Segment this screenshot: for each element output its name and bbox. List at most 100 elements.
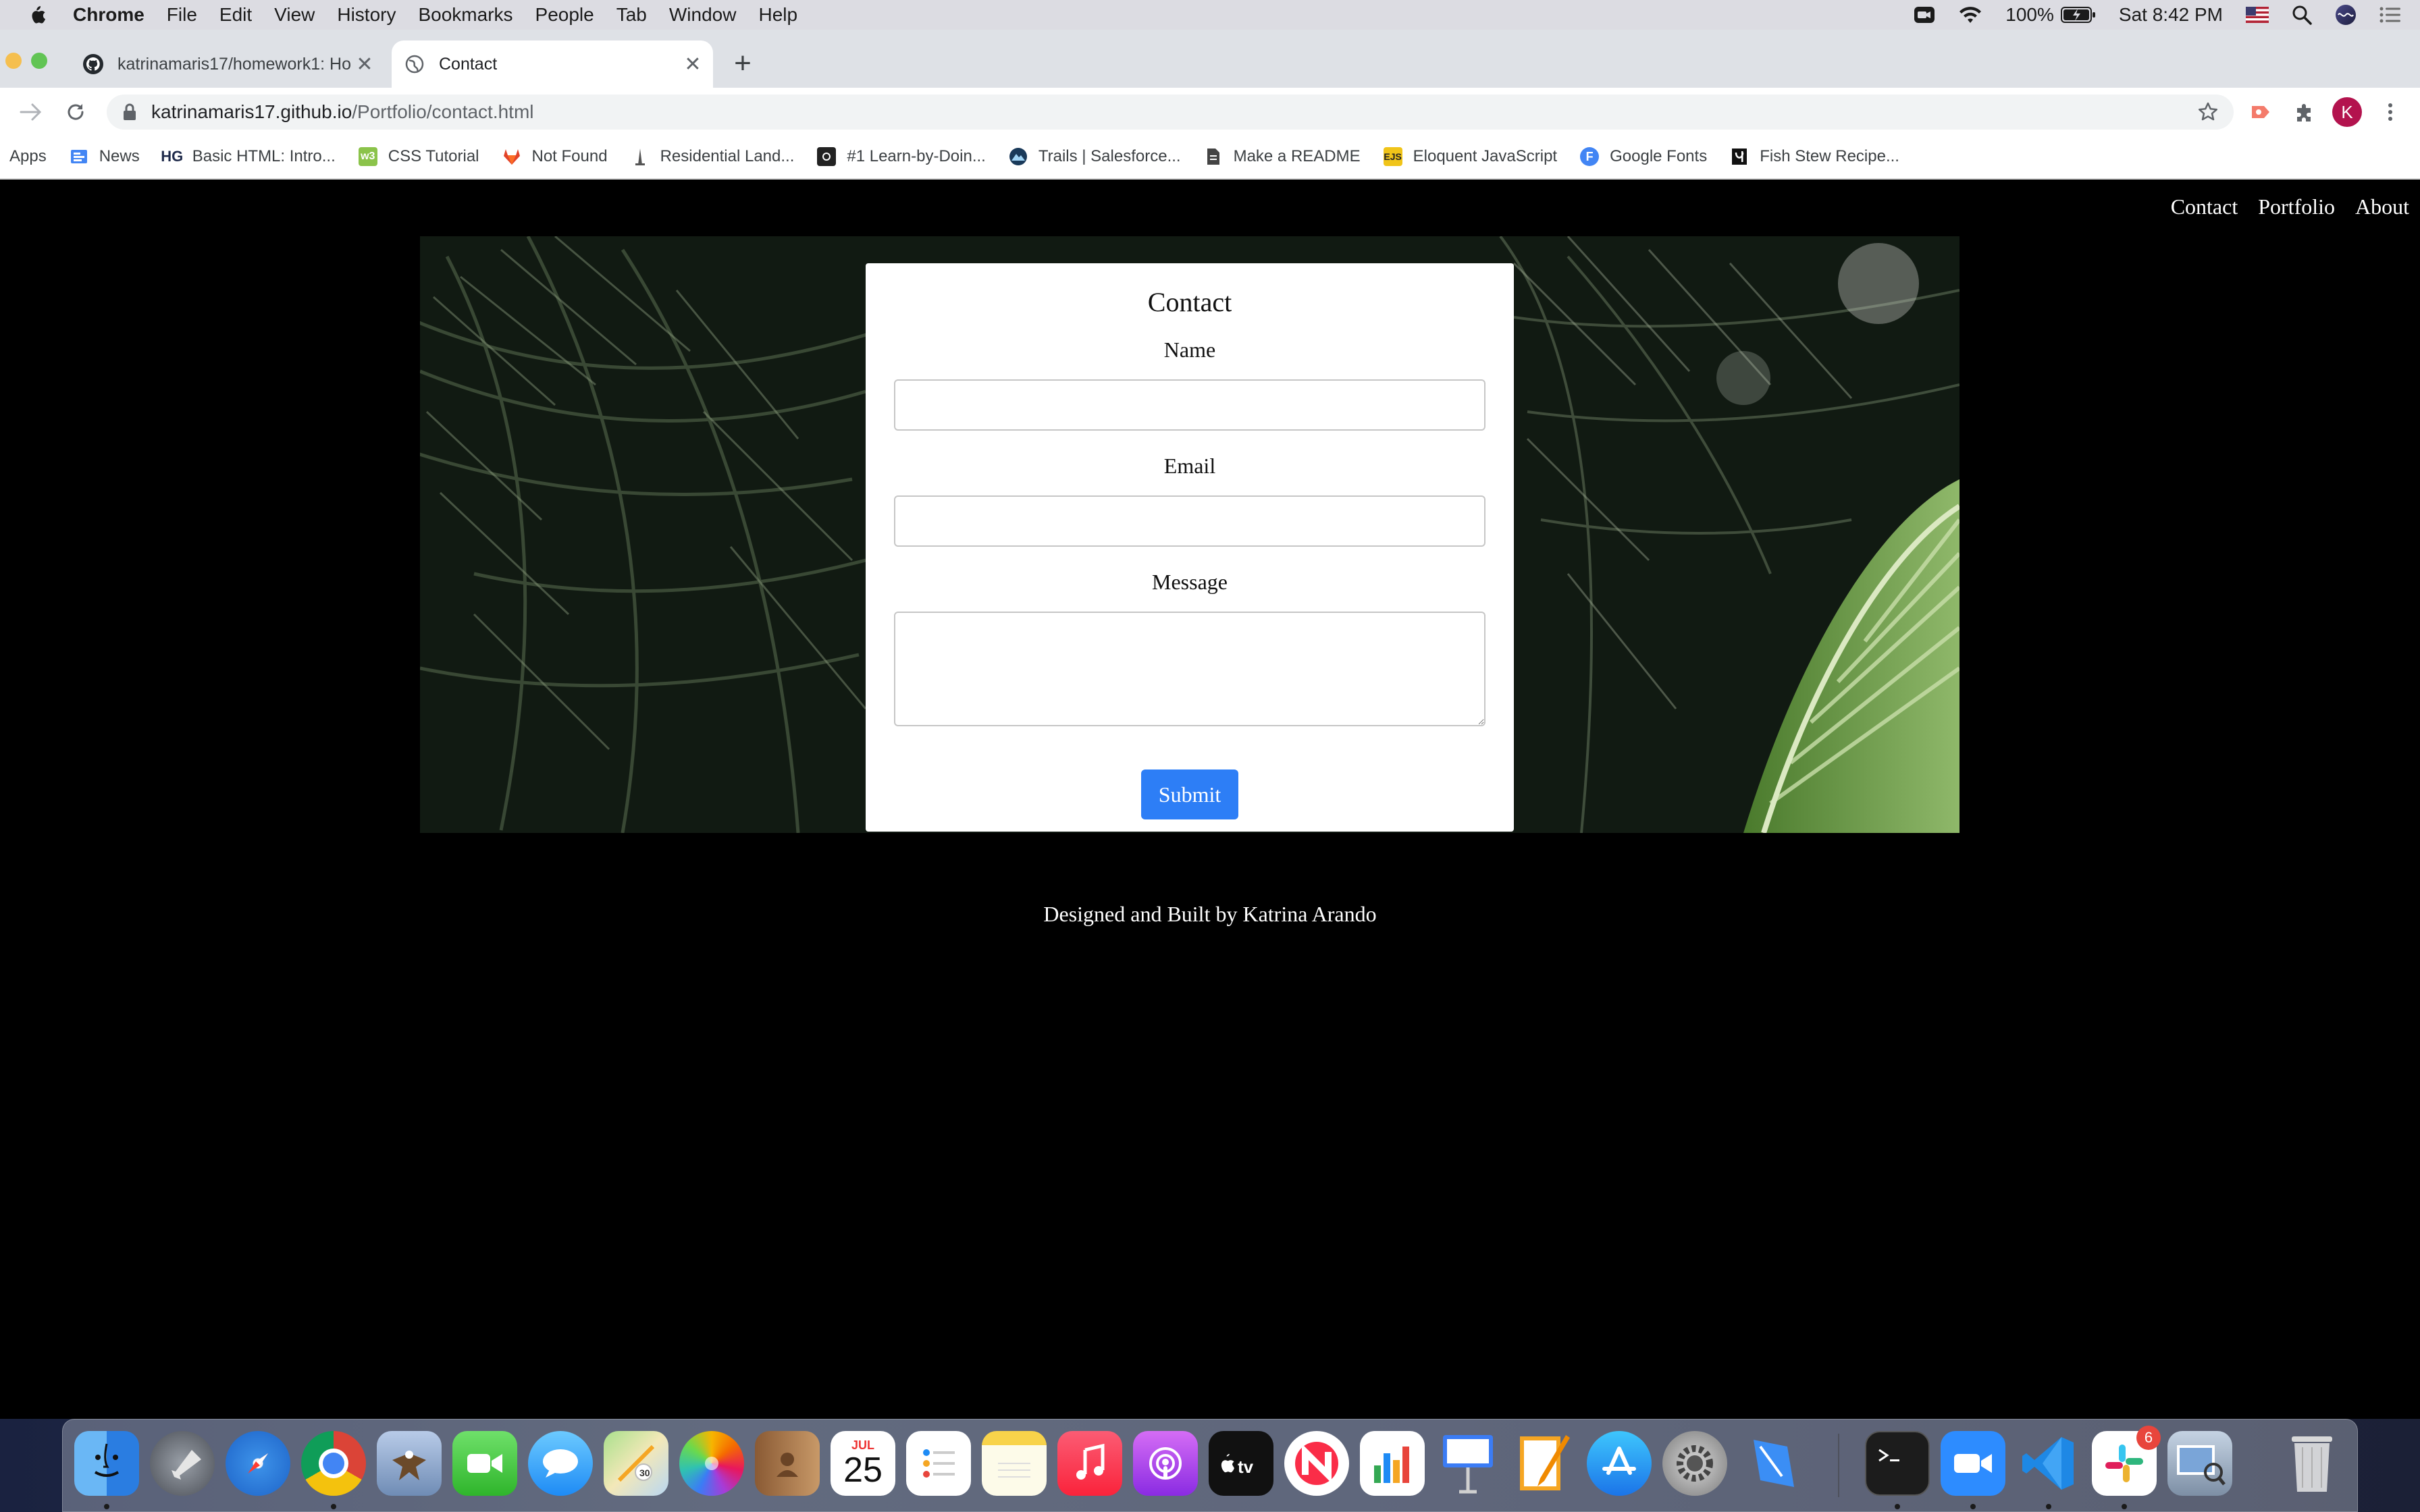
notification-center-icon[interactable] <box>2379 6 2401 24</box>
running-indicator <box>331 1504 336 1509</box>
bookmark-star-icon[interactable] <box>2197 101 2219 123</box>
menu-window[interactable]: Window <box>669 4 737 26</box>
url-path: /Portfolio/contact.html <box>352 101 534 122</box>
menu-tab[interactable]: Tab <box>616 4 647 26</box>
tab-contact[interactable]: Contact ✕ <box>392 40 713 88</box>
window-zoom-button[interactable] <box>31 53 47 69</box>
menu-people[interactable]: People <box>535 4 594 26</box>
nav-link-contact[interactable]: Contact <box>2171 194 2238 219</box>
bookmark-fish-stew-recipe[interactable]: Fish Stew Recipe... <box>1730 147 1899 166</box>
calendar-icon[interactable]: JUL 25 <box>831 1431 895 1496</box>
camera-status-icon[interactable] <box>1914 5 1935 24</box>
battery-icon[interactable] <box>2060 6 2096 24</box>
apple-tv-icon[interactable]: tv <box>1209 1431 1273 1496</box>
running-indicator <box>1970 1504 1976 1509</box>
recipe-icon <box>1730 147 1749 166</box>
close-tab-icon[interactable]: ✕ <box>354 53 375 76</box>
tab-title: Contact <box>439 54 498 74</box>
safari-icon[interactable] <box>226 1431 290 1496</box>
launchpad-icon[interactable] <box>150 1431 215 1496</box>
menu-app-chrome[interactable]: Chrome <box>73 4 144 26</box>
bookmark-css-tutorial[interactable]: w3 CSS Tutorial <box>358 147 479 166</box>
google-news-icon <box>70 147 88 166</box>
close-tab-icon[interactable]: ✕ <box>682 53 704 76</box>
preview-icon[interactable] <box>2167 1431 2232 1496</box>
us-flag-input-icon[interactable] <box>2246 7 2269 23</box>
spotlight-search-icon[interactable] <box>2292 5 2312 25</box>
extensions-puzzle-icon[interactable] <box>2292 100 2316 124</box>
message-textarea[interactable] <box>894 612 1485 726</box>
bookmark-google-fonts[interactable]: F Google Fonts <box>1580 147 1707 166</box>
finder-icon[interactable] <box>74 1431 139 1496</box>
podcasts-icon[interactable] <box>1133 1431 1198 1496</box>
vscode-icon[interactable] <box>2016 1431 2081 1496</box>
running-indicator <box>1895 1504 1900 1509</box>
address-bar[interactable]: katrinamaris17.github.io/Portfolio/conta… <box>107 94 2234 130</box>
bookmark-apps[interactable]: Apps <box>9 147 47 166</box>
siri-icon[interactable] <box>2335 4 2357 26</box>
menu-edit[interactable]: Edit <box>219 4 252 26</box>
menu-bookmarks[interactable]: Bookmarks <box>418 4 512 26</box>
forward-button[interactable] <box>18 99 45 126</box>
nav-link-about[interactable]: About <box>2355 194 2409 219</box>
window-minimize-button[interactable] <box>5 53 22 69</box>
gitlab-icon <box>502 147 521 166</box>
bookmark-trails-salesforce[interactable]: Trails | Salesforce... <box>1009 147 1181 166</box>
ejs-icon: EJS <box>1383 147 1402 166</box>
submit-button[interactable]: Submit <box>1141 770 1238 819</box>
menu-history[interactable]: History <box>337 4 396 26</box>
zoom-icon[interactable] <box>1941 1431 2005 1496</box>
reminders-icon[interactable] <box>906 1431 971 1496</box>
reload-button[interactable] <box>62 99 89 126</box>
photos-icon[interactable] <box>679 1431 744 1496</box>
apple-menu-icon[interactable] <box>26 3 49 27</box>
extension-screencastify-icon[interactable] <box>2248 100 2273 124</box>
music-icon[interactable] <box>1057 1431 1122 1496</box>
google-fonts-icon: F <box>1580 147 1600 166</box>
news-icon[interactable] <box>1284 1431 1349 1496</box>
pages-icon[interactable] <box>1511 1431 1576 1496</box>
terminal-icon[interactable] <box>1865 1431 1930 1496</box>
bookmark-make-readme[interactable]: Make a README <box>1204 147 1361 166</box>
bookmark-label: Make a README <box>1233 147 1361 165</box>
tab-github[interactable]: katrinamaris17/homework1: Ho ✕ <box>70 40 385 88</box>
maps-icon[interactable]: 30 <box>604 1431 668 1496</box>
menu-help[interactable]: Help <box>758 4 797 26</box>
bookmark-news[interactable]: News <box>70 147 140 166</box>
bookmark-residential-land[interactable]: Residential Land... <box>631 147 794 166</box>
new-tab-button[interactable]: + <box>729 47 756 80</box>
bookmark-label: Trails | Salesforce... <box>1038 147 1181 165</box>
battery-percent[interactable]: 100% <box>2005 4 2054 26</box>
nav-link-portfolio[interactable]: Portfolio <box>2258 194 2335 219</box>
bookmark-label: Fish Stew Recipe... <box>1760 147 1899 165</box>
notes-icon[interactable] <box>982 1431 1047 1496</box>
menu-view[interactable]: View <box>274 4 315 26</box>
facetime-icon[interactable] <box>452 1431 517 1496</box>
profile-avatar[interactable]: K <box>2332 97 2362 127</box>
github-icon <box>82 53 104 75</box>
system-preferences-icon[interactable] <box>1662 1431 1727 1496</box>
preview-eagle-icon[interactable] <box>377 1431 442 1496</box>
name-input[interactable] <box>894 379 1485 431</box>
chrome-icon[interactable] <box>301 1431 366 1496</box>
running-indicator <box>2122 1504 2127 1509</box>
slack-icon[interactable]: 6 <box>2092 1426 2161 1496</box>
lock-icon[interactable] <box>123 103 136 121</box>
numbers-icon[interactable] <box>1360 1431 1425 1496</box>
email-input[interactable] <box>894 495 1485 547</box>
xcode-icon[interactable] <box>1738 1431 1803 1496</box>
bookmark-basic-html[interactable]: HG Basic HTML: Intro... <box>161 147 336 166</box>
wifi-icon[interactable] <box>1958 5 1982 24</box>
contacts-icon[interactable] <box>755 1431 820 1496</box>
bookmark-eloquent-javascript[interactable]: EJS Eloquent JavaScript <box>1383 147 1557 166</box>
menubar-clock[interactable]: Sat 8:42 PM <box>2119 4 2223 26</box>
bookmark-not-found[interactable]: Not Found <box>502 147 608 166</box>
name-label: Name <box>1163 338 1216 362</box>
trash-icon[interactable] <box>2280 1431 2344 1496</box>
menu-file[interactable]: File <box>167 4 197 26</box>
messages-icon[interactable] <box>528 1431 593 1496</box>
keynote-icon[interactable] <box>1436 1431 1500 1496</box>
chrome-menu-icon[interactable] <box>2378 100 2402 124</box>
app-store-icon[interactable] <box>1587 1431 1652 1496</box>
bookmark-learn-by-doing[interactable]: #1 Learn-by-Doin... <box>817 147 986 166</box>
